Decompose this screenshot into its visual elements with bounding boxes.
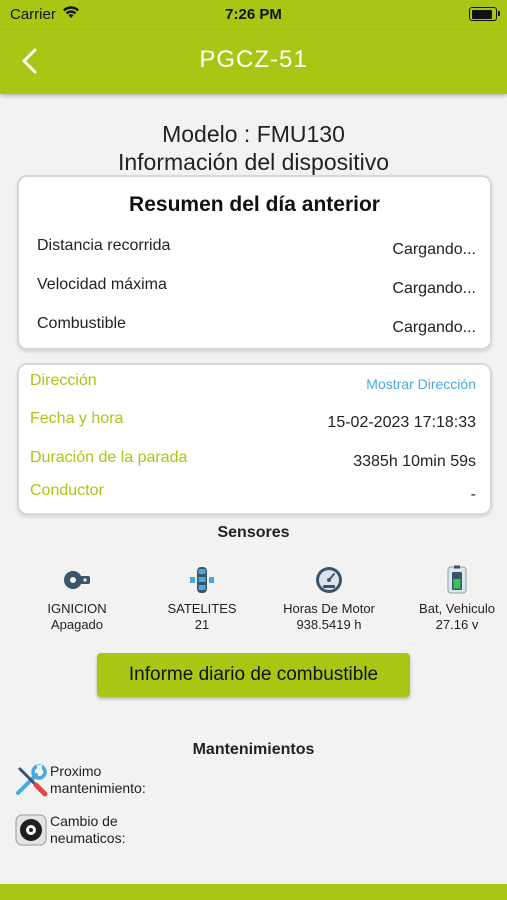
nav-bar: PGCZ-51 [0, 30, 507, 94]
maintenance-line1: Cambio de [50, 813, 118, 829]
summary-row-distance: Distancia recorrida Cargando... [37, 237, 476, 261]
clock: 7:26 PM [225, 6, 282, 23]
maintenance-line2: neumaticos: [50, 830, 126, 846]
summary-label: Combustible [37, 315, 126, 332]
battery-icon [447, 565, 467, 594]
driver-value: - [470, 486, 476, 503]
battery-status-icon [469, 7, 500, 21]
sensor-value: 21 [194, 617, 210, 632]
summary-value: Cargando... [392, 241, 476, 258]
maintenance-line2: mantenimiento: [50, 780, 146, 796]
summary-row-max-speed: Velocidad máxima Cargando... [37, 276, 476, 300]
sensor-value: 27.16 v [435, 617, 479, 632]
stop-duration-value: 3385h 10min 59s [353, 453, 476, 470]
maintenance-item-next: Proximo mantenimiento: [14, 763, 254, 803]
driver-label: Conductor [30, 482, 104, 499]
summary-heading: Resumen del día anterior [129, 193, 380, 216]
summary-value: Cargando... [392, 319, 476, 336]
device-info-title: Información del dispositivo [117, 149, 390, 175]
satellite-icon [190, 567, 214, 593]
previous-day-summary-card: Resumen del día anterior Distancia recor… [17, 175, 492, 350]
sensor-engine-hours: Horas De Motor 938.5419 h [274, 565, 384, 633]
device-model: Modelo : FMU130 [162, 121, 345, 147]
address-label: Dirección [30, 372, 97, 389]
stop-duration-label: Duración de la parada [30, 449, 188, 466]
gauge-icon [316, 567, 342, 593]
device-header: Modelo : FMU130 Información del disposit… [0, 120, 507, 176]
summary-row-fuel: Combustible Cargando... [37, 315, 476, 339]
summary-label: Distancia recorrida [37, 237, 171, 254]
show-address-link[interactable]: Mostrar Dirección [366, 376, 476, 392]
detail-row-driver: Conductor - [30, 482, 476, 506]
tire-icon [15, 814, 47, 846]
sensor-name: SATELITES [167, 601, 237, 616]
maintenance-item-tires: Cambio de neumaticos: [14, 813, 254, 853]
summary-value: Cargando... [392, 280, 476, 297]
sensor-satellites: SATELITES 21 [147, 565, 257, 633]
sensor-name: IGNICION [47, 601, 107, 616]
detail-row-stop-duration: Duración de la parada 3385h 10min 59s [30, 449, 476, 473]
sensor-value: 938.5419 h [296, 617, 362, 632]
sensor-vehicle-battery: Bat, Vehiculo 27.16 v [402, 565, 507, 633]
datetime-label: Fecha y hora [30, 410, 124, 427]
detail-row-datetime: Fecha y hora 15-02-2023 17:18:33 [30, 410, 476, 434]
bottom-tab-bar [0, 884, 507, 900]
ignition-key-icon [64, 571, 90, 589]
daily-fuel-report-button[interactable]: Informe diario de combustible [97, 653, 410, 697]
sensor-ignition: IGNICION Apagado [22, 565, 132, 633]
sensor-name: Horas De Motor [283, 601, 375, 616]
status-bar: Carrier 7:26 PM [0, 0, 507, 30]
device-details-card: Dirección Mostrar Dirección Fecha y hora… [17, 363, 492, 515]
sensor-value: Apagado [50, 617, 104, 632]
sensors-title: Sensores [217, 524, 290, 541]
datetime-value: 15-02-2023 17:18:33 [327, 414, 476, 431]
maintenance-title: Mantenimientos [192, 741, 315, 758]
sensor-name: Bat, Vehiculo [419, 601, 495, 616]
maintenance-line1: Proximo [50, 763, 102, 779]
wrench-screwdriver-icon [16, 764, 48, 797]
summary-label: Velocidad máxima [37, 276, 167, 293]
detail-row-address: Dirección Mostrar Dirección [30, 372, 476, 396]
page-title: PGCZ-51 [199, 46, 308, 73]
